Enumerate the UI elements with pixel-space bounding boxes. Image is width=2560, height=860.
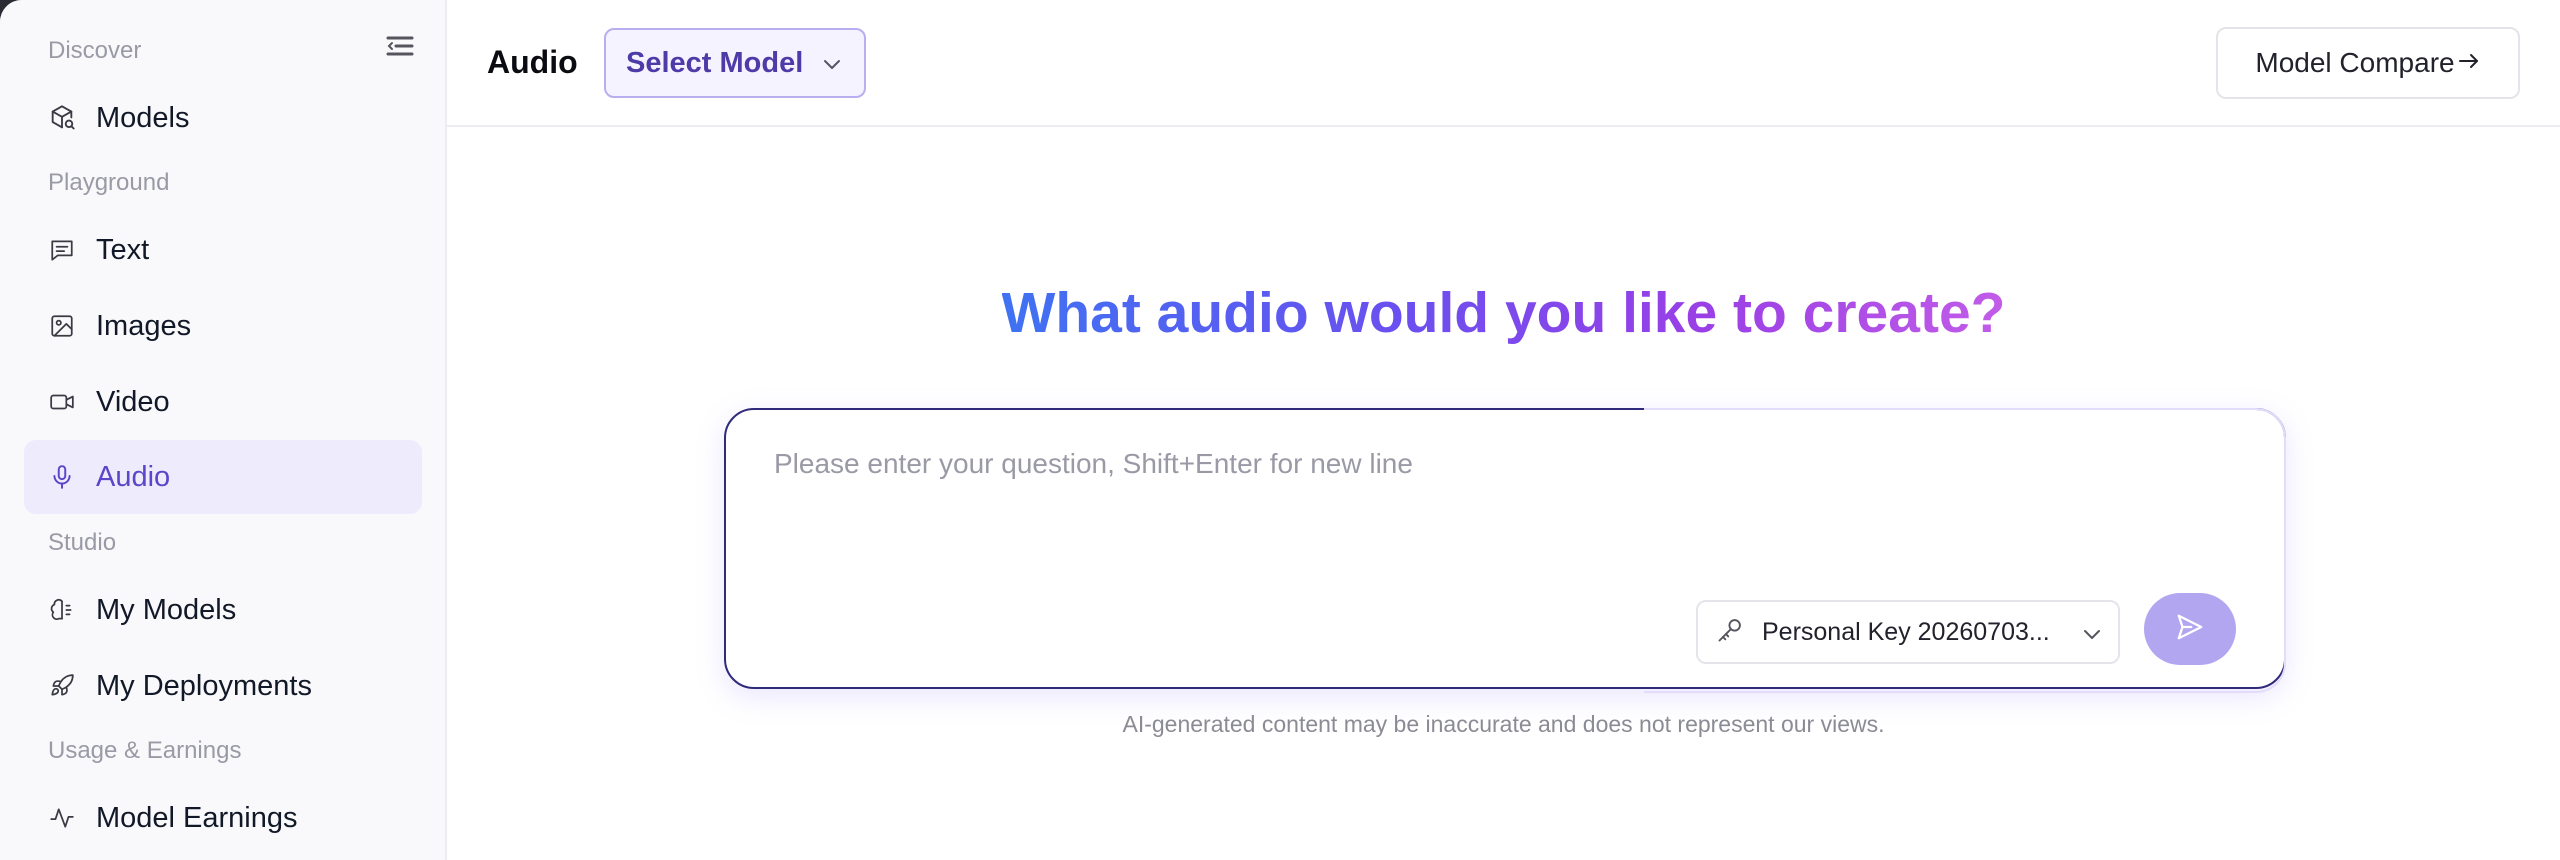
- sidebar-item-label: My Deployments: [96, 669, 312, 702]
- sidebar-item-my-models[interactable]: My Models: [24, 573, 422, 647]
- chevron-down-icon: [822, 54, 842, 79]
- image-icon: [48, 312, 76, 340]
- sidebar-item-models[interactable]: Models: [24, 81, 422, 155]
- cube-search-icon: [48, 104, 76, 132]
- app-window: Discover Models Playground Text Images V…: [0, 0, 2560, 860]
- section-studio: Studio: [48, 529, 117, 556]
- select-model-label: Select Model: [626, 46, 804, 79]
- api-key-label: Personal Key 20260703...: [1762, 617, 2050, 646]
- brain-icon: [48, 596, 76, 624]
- hero-title: What audio would you like to create?: [447, 280, 2560, 346]
- sidebar-item-text[interactable]: Text: [24, 213, 422, 287]
- disclaimer-text: AI-generated content may be inaccurate a…: [1122, 711, 1885, 737]
- section-discover: Discover: [48, 37, 142, 64]
- video-camera-icon: [48, 388, 76, 416]
- sidebar-item-images[interactable]: Images: [24, 289, 422, 363]
- model-compare-button[interactable]: Model Compare: [2216, 27, 2520, 99]
- arrow-right-icon: [2455, 49, 2481, 78]
- send-button[interactable]: [2144, 593, 2236, 665]
- sidebar: Discover Models Playground Text Images V…: [0, 0, 447, 860]
- send-icon: [2175, 612, 2205, 647]
- sidebar-item-label: Audio: [96, 460, 171, 493]
- page-title: Audio: [487, 44, 578, 80]
- prompt-card: Personal Key 20260703...: [724, 408, 2286, 693]
- main-panel: Audio Select Model Model Compare What au…: [447, 0, 2560, 860]
- sidebar-item-label: Model Earnings: [96, 801, 298, 834]
- select-model-dropdown[interactable]: Select Model: [604, 28, 866, 98]
- section-usage-earnings: Usage & Earnings: [48, 737, 242, 764]
- sidebar-item-label: Video: [96, 385, 170, 418]
- sidebar-item-model-earnings[interactable]: Model Earnings: [24, 781, 422, 855]
- sidebar-item-label: Images: [96, 309, 192, 342]
- sidebar-item-video[interactable]: Video: [24, 365, 422, 439]
- key-icon: [1716, 616, 1744, 649]
- microphone-icon: [48, 463, 76, 491]
- rocket-icon: [48, 672, 76, 700]
- activity-icon: [48, 804, 76, 832]
- prompt-input[interactable]: [774, 448, 2234, 538]
- top-bar: Audio Select Model Model Compare: [447, 0, 2560, 127]
- hero-title-text: What audio would you like to create?: [1001, 281, 2006, 345]
- api-key-dropdown[interactable]: Personal Key 20260703...: [1696, 600, 2120, 664]
- sidebar-item-label: My Models: [96, 593, 237, 626]
- sidebar-item-audio[interactable]: Audio: [24, 440, 422, 514]
- sidebar-item-my-deployments[interactable]: My Deployments: [24, 649, 422, 723]
- section-playground: Playground: [48, 169, 170, 196]
- chevron-down-icon: [2082, 624, 2102, 649]
- collapse-menu-icon[interactable]: [384, 32, 416, 60]
- sidebar-item-label: Text: [96, 233, 150, 266]
- model-compare-label: Model Compare: [2255, 47, 2455, 78]
- chat-lines-icon: [48, 236, 76, 264]
- sidebar-item-label: Models: [96, 101, 190, 134]
